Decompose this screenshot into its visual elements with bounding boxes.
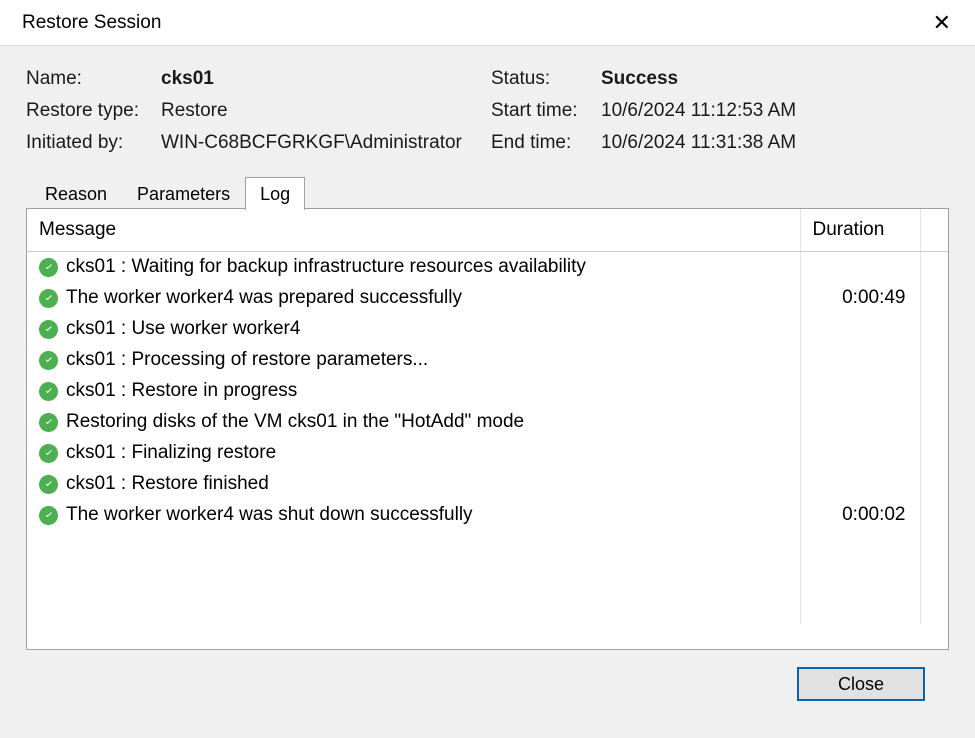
log-duration-cell bbox=[800, 531, 920, 562]
log-message-text: The worker worker4 was prepared successf… bbox=[66, 287, 462, 309]
log-spacer-cell bbox=[920, 500, 948, 531]
log-row[interactable]: cks01 : Waiting for backup infrastructur… bbox=[27, 252, 948, 283]
log-message-text: cks01 : Finalizing restore bbox=[66, 442, 276, 464]
success-icon bbox=[39, 289, 58, 308]
restore-type-label: Restore type: bbox=[26, 100, 161, 122]
session-info-grid: Name: cks01 Status: Success Restore type… bbox=[26, 68, 949, 154]
log-message-cell: The worker worker4 was shut down success… bbox=[27, 500, 800, 531]
log-row[interactable] bbox=[27, 593, 948, 624]
log-message-cell: Restoring disks of the VM cks01 in the "… bbox=[27, 407, 800, 438]
window-title: Restore Session bbox=[22, 12, 161, 34]
column-spacer bbox=[920, 209, 948, 252]
log-spacer-cell bbox=[920, 438, 948, 469]
tab-log[interactable]: Log bbox=[245, 177, 305, 210]
log-duration-cell bbox=[800, 345, 920, 376]
tab-bar: Reason Parameters Log bbox=[26, 176, 949, 209]
name-value: cks01 bbox=[161, 68, 491, 90]
log-message-text: cks01 : Use worker worker4 bbox=[66, 318, 300, 340]
column-message[interactable]: Message bbox=[27, 209, 800, 252]
log-row[interactable] bbox=[27, 531, 948, 562]
log-row[interactable]: cks01 : Processing of restore parameters… bbox=[27, 345, 948, 376]
log-row[interactable] bbox=[27, 562, 948, 593]
log-message-cell: cks01 : Finalizing restore bbox=[27, 438, 800, 469]
end-time-value: 10/6/2024 11:31:38 AM bbox=[601, 132, 949, 154]
log-message-cell: cks01 : Waiting for backup infrastructur… bbox=[27, 252, 800, 283]
initiated-by-value: WIN-C68BCFGRKGF\Administrator bbox=[161, 132, 491, 154]
log-message-cell bbox=[27, 562, 800, 593]
log-duration-cell: 0:00:49 bbox=[800, 283, 920, 314]
restore-session-window: Restore Session ✕ Name: cks01 Status: Su… bbox=[0, 0, 975, 738]
log-duration-cell bbox=[800, 562, 920, 593]
log-duration-cell bbox=[800, 469, 920, 500]
success-icon bbox=[39, 351, 58, 370]
success-icon bbox=[39, 382, 58, 401]
dialog-footer: Close bbox=[26, 650, 949, 718]
log-spacer-cell bbox=[920, 469, 948, 500]
column-duration[interactable]: Duration bbox=[800, 209, 920, 252]
tab-parameters[interactable]: Parameters bbox=[122, 177, 245, 210]
success-icon bbox=[39, 444, 58, 463]
restore-type-value: Restore bbox=[161, 100, 491, 122]
log-message-text: Restoring disks of the VM cks01 in the "… bbox=[66, 411, 524, 433]
status-label: Status: bbox=[491, 68, 601, 90]
log-row[interactable]: The worker worker4 was shut down success… bbox=[27, 500, 948, 531]
log-header-row: Message Duration bbox=[27, 209, 948, 252]
log-message-cell: cks01 : Restore finished bbox=[27, 469, 800, 500]
log-duration-cell bbox=[800, 376, 920, 407]
log-row[interactable]: cks01 : Restore in progress bbox=[27, 376, 948, 407]
log-spacer-cell bbox=[920, 407, 948, 438]
log-duration-cell: 0:00:02 bbox=[800, 500, 920, 531]
success-icon bbox=[39, 258, 58, 277]
log-spacer-cell bbox=[920, 314, 948, 345]
log-duration-cell bbox=[800, 407, 920, 438]
log-message-text: The worker worker4 was shut down success… bbox=[66, 504, 473, 526]
success-icon bbox=[39, 413, 58, 432]
status-value: Success bbox=[601, 68, 949, 90]
start-time-label: Start time: bbox=[491, 100, 601, 122]
log-spacer-cell bbox=[920, 345, 948, 376]
dialog-body: Name: cks01 Status: Success Restore type… bbox=[0, 46, 975, 738]
log-spacer-cell bbox=[920, 593, 948, 624]
log-duration-cell bbox=[800, 314, 920, 345]
log-spacer-cell bbox=[920, 283, 948, 314]
log-message-cell bbox=[27, 593, 800, 624]
log-duration-cell bbox=[800, 593, 920, 624]
log-message-cell: The worker worker4 was prepared successf… bbox=[27, 283, 800, 314]
log-duration-cell bbox=[800, 252, 920, 283]
log-message-text: cks01 : Waiting for backup infrastructur… bbox=[66, 256, 586, 278]
log-spacer-cell bbox=[920, 531, 948, 562]
start-time-value: 10/6/2024 11:12:53 AM bbox=[601, 100, 949, 122]
log-row[interactable]: cks01 : Restore finished bbox=[27, 469, 948, 500]
titlebar: Restore Session ✕ bbox=[0, 0, 975, 46]
log-message-text: cks01 : Restore in progress bbox=[66, 380, 297, 402]
tab-reason[interactable]: Reason bbox=[30, 177, 122, 210]
log-spacer-cell bbox=[920, 252, 948, 283]
log-message-cell bbox=[27, 531, 800, 562]
log-row[interactable]: cks01 : Finalizing restore bbox=[27, 438, 948, 469]
log-message-cell: cks01 : Restore in progress bbox=[27, 376, 800, 407]
log-table: Message Duration cks01 : Waiting for bac… bbox=[27, 209, 948, 624]
log-message-text: cks01 : Processing of restore parameters… bbox=[66, 349, 428, 371]
log-duration-cell bbox=[800, 438, 920, 469]
log-row[interactable]: Restoring disks of the VM cks01 in the "… bbox=[27, 407, 948, 438]
initiated-by-label: Initiated by: bbox=[26, 132, 161, 154]
log-panel: Message Duration cks01 : Waiting for bac… bbox=[26, 208, 949, 650]
log-message-cell: cks01 : Use worker worker4 bbox=[27, 314, 800, 345]
log-spacer-cell bbox=[920, 562, 948, 593]
log-spacer-cell bbox=[920, 376, 948, 407]
close-icon[interactable]: ✕ bbox=[925, 8, 959, 38]
log-message-text: cks01 : Restore finished bbox=[66, 473, 269, 495]
end-time-label: End time: bbox=[491, 132, 601, 154]
name-label: Name: bbox=[26, 68, 161, 90]
success-icon bbox=[39, 506, 58, 525]
close-button[interactable]: Close bbox=[797, 667, 925, 701]
log-message-cell: cks01 : Processing of restore parameters… bbox=[27, 345, 800, 376]
success-icon bbox=[39, 475, 58, 494]
log-row[interactable]: cks01 : Use worker worker4 bbox=[27, 314, 948, 345]
success-icon bbox=[39, 320, 58, 339]
log-row[interactable]: The worker worker4 was prepared successf… bbox=[27, 283, 948, 314]
